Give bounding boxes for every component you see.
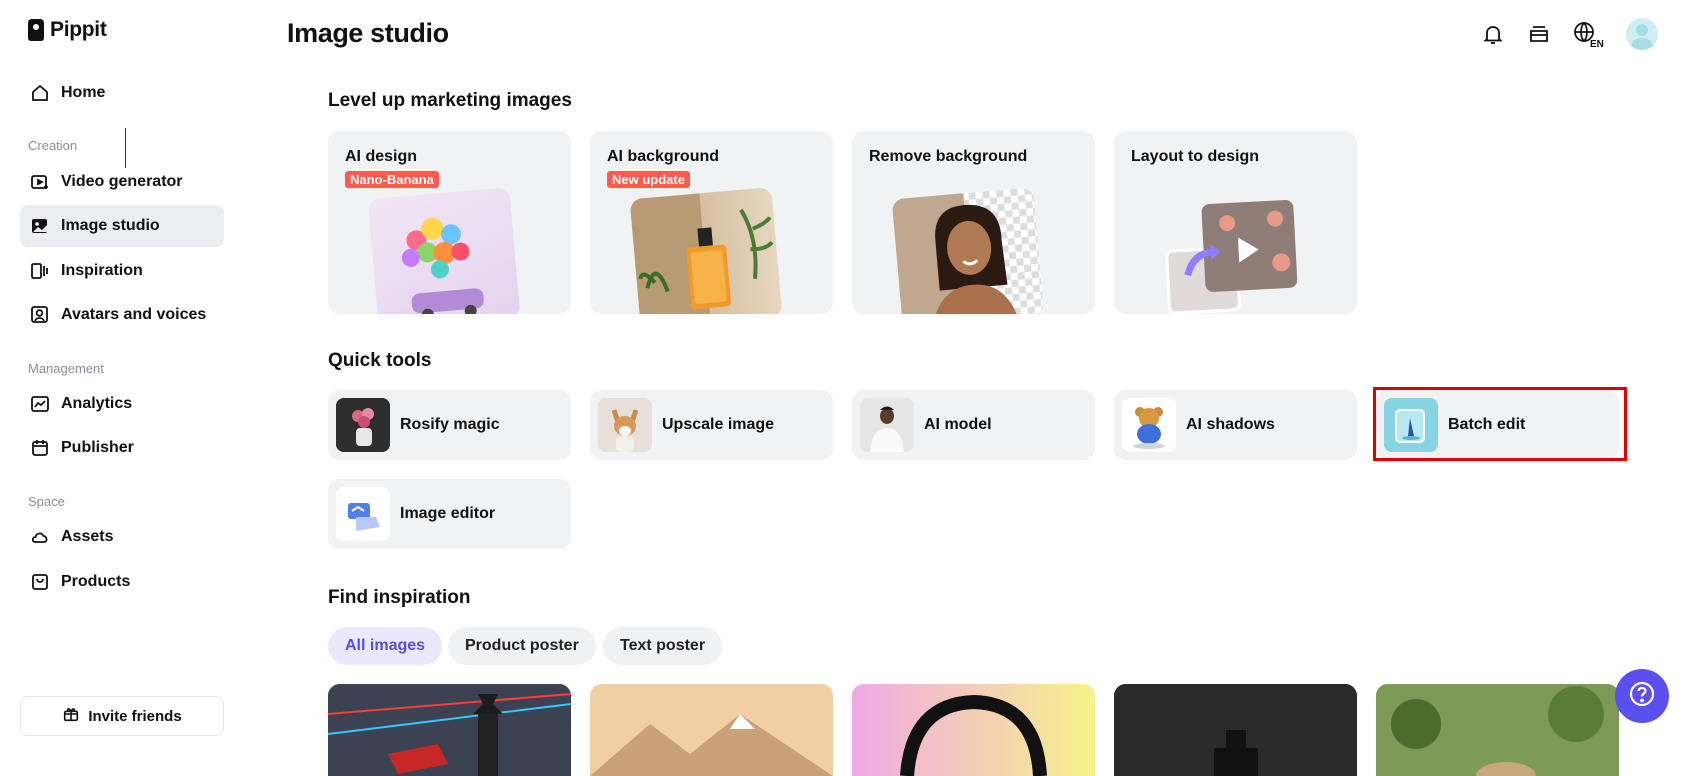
perfume-bottle-image xyxy=(629,187,783,314)
filter-all-images[interactable]: All images xyxy=(328,627,443,665)
tool-ai-model[interactable]: AI model xyxy=(852,390,1095,460)
sidebar-item-label: Video generator xyxy=(61,173,183,190)
tool-label: Rosify magic xyxy=(400,416,500,433)
logo-text: Pippit xyxy=(50,18,107,41)
card-ai-design[interactable]: AI design Nano-Banana xyxy=(328,131,571,314)
layout-design-image xyxy=(1155,189,1305,314)
tool-label: Image editor xyxy=(400,505,496,522)
sidebar-item-label: Home xyxy=(61,84,106,101)
image-editor-thumbnail xyxy=(336,487,390,541)
avatar[interactable] xyxy=(1626,18,1658,50)
topbar-actions: EN xyxy=(1480,18,1658,50)
sidebar-item-label: Avatars and voices xyxy=(61,306,207,323)
analytics-icon xyxy=(29,393,51,415)
card-title: AI background xyxy=(607,148,720,165)
inspiration-card-pagoda[interactable] xyxy=(328,684,571,776)
filter-text-poster[interactable]: Text poster xyxy=(603,627,723,665)
bell-icon[interactable] xyxy=(1480,21,1506,47)
tool-batch-edit[interactable]: Batch edit xyxy=(1376,390,1619,460)
card-title: Layout to design xyxy=(1131,148,1259,165)
page-title: Image studio xyxy=(287,18,449,48)
batch-edit-thumbnail xyxy=(1384,398,1438,452)
inspiration-card-mountains[interactable] xyxy=(590,684,833,776)
model-thumbnail xyxy=(860,398,914,452)
sidebar: Pippit Home Creation Video generator Ima… xyxy=(0,0,240,776)
tool-label: Upscale image xyxy=(662,416,775,433)
corgi-thumbnail xyxy=(598,398,652,452)
sidebar-item-label: Publisher xyxy=(61,439,134,456)
card-title: Remove background xyxy=(869,148,1028,165)
invite-friends-button[interactable]: Invite friends xyxy=(20,696,224,736)
card-layout-to-design[interactable]: Layout to design xyxy=(1114,131,1357,314)
help-icon xyxy=(1628,680,1656,713)
language-code: EN xyxy=(1590,39,1604,48)
badge-new-update: New update xyxy=(607,171,690,188)
tool-ai-shadows[interactable]: AI shadows xyxy=(1114,390,1357,460)
section-label-creation: Creation xyxy=(28,138,78,153)
sidebar-item-assets[interactable]: Assets xyxy=(20,516,224,558)
tool-image-editor[interactable]: Image editor xyxy=(328,479,571,549)
language-icon[interactable]: EN xyxy=(1572,21,1606,48)
section-label-management: Management xyxy=(28,361,104,376)
sidebar-item-inspiration[interactable]: Inspiration xyxy=(20,250,224,292)
inspiration-card-headphones[interactable] xyxy=(852,684,1095,776)
sidebar-item-label: Products xyxy=(61,573,131,590)
tool-label: Batch edit xyxy=(1448,416,1526,433)
portrait-image xyxy=(891,187,1045,314)
gift-icon xyxy=(62,705,80,727)
sidebar-item-publisher[interactable]: Publisher xyxy=(20,427,224,469)
help-button[interactable] xyxy=(1615,669,1669,723)
image-studio-icon xyxy=(29,215,51,237)
card-title: AI design xyxy=(345,148,418,165)
calendar-icon xyxy=(29,437,51,459)
tool-upscale-image[interactable]: Upscale image xyxy=(590,390,833,460)
sidebar-item-label: Analytics xyxy=(61,395,133,412)
card-remove-background[interactable]: Remove background xyxy=(852,131,1095,314)
filter-product-poster[interactable]: Product poster xyxy=(448,627,596,665)
product-icon xyxy=(29,571,51,593)
sidebar-item-label: Image studio xyxy=(61,217,160,234)
sidebar-item-label: Inspiration xyxy=(61,262,143,279)
avatar-icon xyxy=(29,304,51,326)
cloud-icon xyxy=(29,526,51,548)
tool-label: AI model xyxy=(924,416,992,433)
tool-rosify-magic[interactable]: Rosify magic xyxy=(328,390,571,460)
video-generator-icon xyxy=(29,171,51,193)
subscription-icon[interactable] xyxy=(1526,21,1552,47)
sidebar-item-analytics[interactable]: Analytics xyxy=(20,383,224,425)
sidebar-item-video-generator[interactable]: Video generator xyxy=(20,161,224,203)
inspiration-icon xyxy=(29,260,51,282)
inspiration-card-nature[interactable] xyxy=(1376,684,1619,776)
section-label-space: Space xyxy=(28,494,65,509)
tool-label: AI shadows xyxy=(1186,416,1275,433)
home-icon xyxy=(29,82,51,104)
badge-nano-banana: Nano-Banana xyxy=(345,171,439,188)
sidebar-item-avatars-and-voices[interactable]: Avatars and voices xyxy=(20,294,224,336)
roses-vase-thumbnail xyxy=(336,398,390,452)
sidebar-item-home[interactable]: Home xyxy=(20,72,224,114)
balloons-car-image xyxy=(367,187,521,314)
section-title-marketing: Level up marketing images xyxy=(328,90,572,111)
app-logo[interactable]: Pippit xyxy=(28,18,107,42)
sidebar-item-image-studio[interactable]: Image studio xyxy=(20,205,224,247)
section-title-quick-tools: Quick tools xyxy=(328,350,432,371)
sidebar-item-products[interactable]: Products xyxy=(20,561,224,603)
teddy-bear-thumbnail xyxy=(1122,398,1176,452)
sidebar-item-label: Assets xyxy=(61,528,114,545)
inspiration-card-perfume[interactable] xyxy=(1114,684,1357,776)
invite-friends-label: Invite friends xyxy=(88,707,182,725)
card-ai-background[interactable]: AI background New update xyxy=(590,131,833,314)
section-title-find-inspiration: Find inspiration xyxy=(328,587,471,608)
pippit-logo-icon xyxy=(28,19,44,41)
